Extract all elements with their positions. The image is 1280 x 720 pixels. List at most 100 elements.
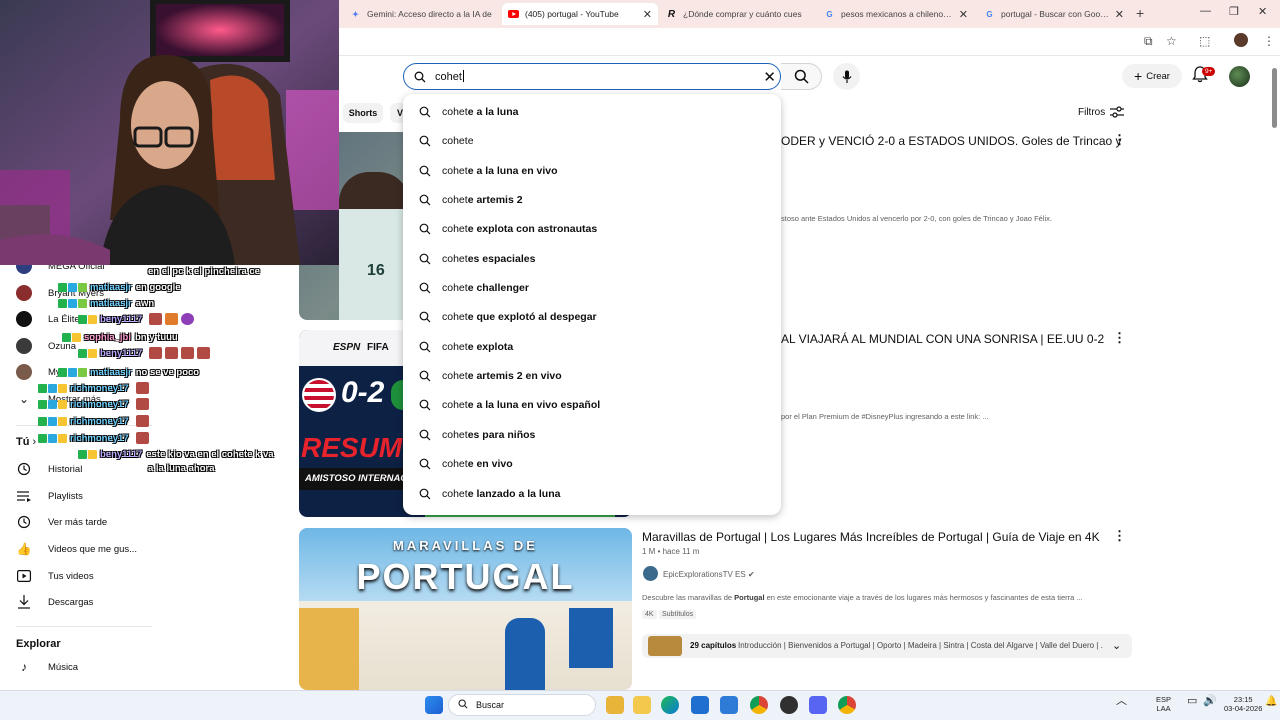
video-title[interactable]: AL VIAJARÁ AL MUNDIAL CON UNA SONRISA | … <box>781 332 1104 346</box>
create-button[interactable]: + Crear <box>1122 64 1182 88</box>
tab-portugal-google[interactable]: G portugal - Buscar con Google ✕ <box>978 3 1130 25</box>
house-left <box>299 608 359 690</box>
search-suggestions-dropdown: cohet e a la luna cohet e cohet e a la luna… <box>403 94 781 515</box>
sidebar-item-downloads[interactable]: Descargas <box>16 592 93 612</box>
search-icon <box>458 699 468 711</box>
filters-label: Filtros <box>1078 106 1106 118</box>
window-close-icon[interactable]: ✕ <box>1258 5 1267 18</box>
sidebar-you-header[interactable]: Tú › <box>16 436 36 448</box>
sidebar-item-your-videos[interactable]: Tus videos <box>16 566 94 586</box>
video-title[interactable]: ODER y VENCIÓ 2-0 a ESTADOS UNIDOS. Gole… <box>781 134 1122 148</box>
tag-subtitles: Subtítulos <box>659 610 697 619</box>
tray-chevron-up-icon[interactable]: ︿ <box>1116 696 1127 707</box>
suggestion-item[interactable]: cohet e artemis 2 en vivo <box>403 361 781 390</box>
sidebar-item-playlists[interactable]: Playlists <box>16 486 83 506</box>
sidebar-explore-header: Explorar <box>16 638 61 650</box>
tab-donde-comprar[interactable]: R ¿Dónde comprar y cuánto cues <box>660 3 816 25</box>
tray-language[interactable]: ESP LAA <box>1156 695 1171 713</box>
store-icon[interactable] <box>691 696 709 714</box>
thumb-main-text: PORTUGAL <box>356 556 575 597</box>
extensions-icon[interactable]: ⬚ <box>1199 34 1210 48</box>
chevron-right-icon: › <box>32 436 37 448</box>
voice-search-button[interactable] <box>833 63 860 90</box>
cast-icon[interactable]: ⧉ <box>1144 34 1153 49</box>
account-avatar[interactable] <box>1229 66 1250 87</box>
sidebar-item-watch-later[interactable]: Ver más tarde <box>16 512 107 532</box>
chrome-icon[interactable] <box>750 696 768 714</box>
chevron-down-icon[interactable]: ⌄ <box>1112 639 1121 652</box>
close-tab-icon[interactable]: ✕ <box>959 8 968 21</box>
chevron-down-icon: ⌄ <box>18 392 30 406</box>
suggestion-item[interactable]: cohet e a la luna en vivo <box>403 156 781 185</box>
tab-youtube[interactable]: (405) portugal - YouTube ✕ <box>502 3 658 25</box>
outlook-icon[interactable] <box>720 696 738 714</box>
suggestion-item[interactable]: cohet e lanzado a la luna <box>403 479 781 508</box>
google-icon: G <box>986 9 993 19</box>
sidebar-channel-la-elite[interactable]: La Élite <box>16 309 80 329</box>
volume-icon[interactable]: 🔊 <box>1203 696 1217 707</box>
video-options-icon[interactable]: ⋮ <box>1113 132 1126 148</box>
suggestion-item[interactable]: cohet e <box>403 126 781 155</box>
restore-icon[interactable]: ❐ <box>1229 5 1239 18</box>
suggestion-item[interactable]: cohet e artemis 2 <box>403 185 781 214</box>
tray-clock[interactable]: 23:15 03-04-2026 <box>1224 695 1262 713</box>
suggestion-item[interactable]: cohet e a la luna en vivo español <box>403 390 781 419</box>
suggestion-item[interactable]: cohet e a la luna <box>403 97 781 126</box>
file-explorer-icon[interactable] <box>606 696 624 714</box>
video-options-icon[interactable]: ⋮ <box>1113 528 1126 544</box>
sidebar-item-label: Ver más tarde <box>48 516 108 528</box>
network-icon[interactable]: ▭ <box>1187 696 1197 707</box>
sidebar-item-music[interactable]: ♪ Música <box>16 657 78 677</box>
suggestion-item[interactable]: cohet es para niños <box>403 420 781 449</box>
microphone-icon <box>842 70 851 83</box>
taskbar-search-placeholder: Buscar <box>476 700 505 710</box>
gallery-icon[interactable] <box>633 696 651 714</box>
search-icon <box>419 458 433 470</box>
page-scrollbar[interactable] <box>1270 56 1280 690</box>
close-tab-icon[interactable]: ✕ <box>1115 8 1124 21</box>
suggestion-item[interactable]: cohet e explota <box>403 332 781 361</box>
tab-label: Gemini: Acceso directo a la IA de <box>367 9 492 19</box>
minimize-icon[interactable]: — <box>1200 5 1211 17</box>
filters-button[interactable]: Filtros <box>1078 106 1125 118</box>
chip-shorts[interactable]: Shorts <box>343 103 383 123</box>
profile-avatar[interactable] <box>1234 33 1248 47</box>
search-input[interactable]: cohet ✕ <box>403 63 781 90</box>
new-tab-button[interactable]: + <box>1136 5 1144 21</box>
scrollbar-thumb[interactable] <box>1272 68 1277 128</box>
video-thumbnail-maravillas-portugal[interactable]: MARAVILLAS DE PORTUGAL <box>299 528 632 690</box>
sidebar-channel-my[interactable]: My <box>16 362 61 382</box>
tab-label: pesos mexicanos a chilenos - B <box>841 9 953 19</box>
sidebar-item-history[interactable]: Historial <box>16 459 82 479</box>
suggestion-item[interactable]: cohet e en vivo <box>403 449 781 478</box>
suggestion-item[interactable]: cohet es espaciales <box>403 244 781 273</box>
discord-icon[interactable] <box>809 696 827 714</box>
sidebar-item-label: Playlists <box>48 490 83 502</box>
sidebar-item-liked[interactable]: 👍 Videos que me gus... <box>16 539 138 559</box>
tab-pesos[interactable]: G pesos mexicanos a chilenos - B ✕ <box>818 3 974 25</box>
suggestion-item[interactable]: cohet e explota con astronautas <box>403 214 781 243</box>
jersey-number: 16 <box>367 262 385 279</box>
clear-search-icon[interactable]: ✕ <box>763 68 776 86</box>
windows-start-icon[interactable] <box>425 696 443 714</box>
tab-gemini[interactable]: ✦ Gemini: Acceso directo a la IA de <box>344 3 500 25</box>
notifications-center-icon[interactable]: 🔔 <box>1265 697 1277 707</box>
search-button[interactable] <box>781 63 822 90</box>
sidebar-item-label: Videos que me gus... <box>48 543 138 555</box>
channel-avatar[interactable] <box>643 566 658 581</box>
bookmark-star-icon[interactable]: ☆ <box>1166 34 1177 48</box>
video-options-icon[interactable]: ⋮ <box>1113 330 1126 346</box>
video-title[interactable]: Maravillas de Portugal | Los Lugares Más… <box>642 530 1100 544</box>
music-icon: ♪ <box>21 660 27 674</box>
suggestion-item[interactable]: cohet e que explotó al despegar <box>403 302 781 331</box>
suggestion-item[interactable]: cohet e challenger <box>403 273 781 302</box>
edge-icon[interactable] <box>661 696 679 714</box>
obs-icon[interactable] <box>780 696 798 714</box>
browser-menu-icon[interactable]: ⋮ <box>1263 34 1275 48</box>
chrome-profile-icon[interactable] <box>838 696 856 714</box>
channel-name[interactable]: EpicExplorationsTV ES ✔ <box>663 570 755 579</box>
close-tab-icon[interactable]: ✕ <box>643 8 652 21</box>
chapters-bar[interactable]: 29 capítulos Introducción | Bienvenidos … <box>642 634 1132 658</box>
taskbar-search-box[interactable]: Buscar <box>448 694 596 716</box>
channel-avatar <box>16 338 32 354</box>
